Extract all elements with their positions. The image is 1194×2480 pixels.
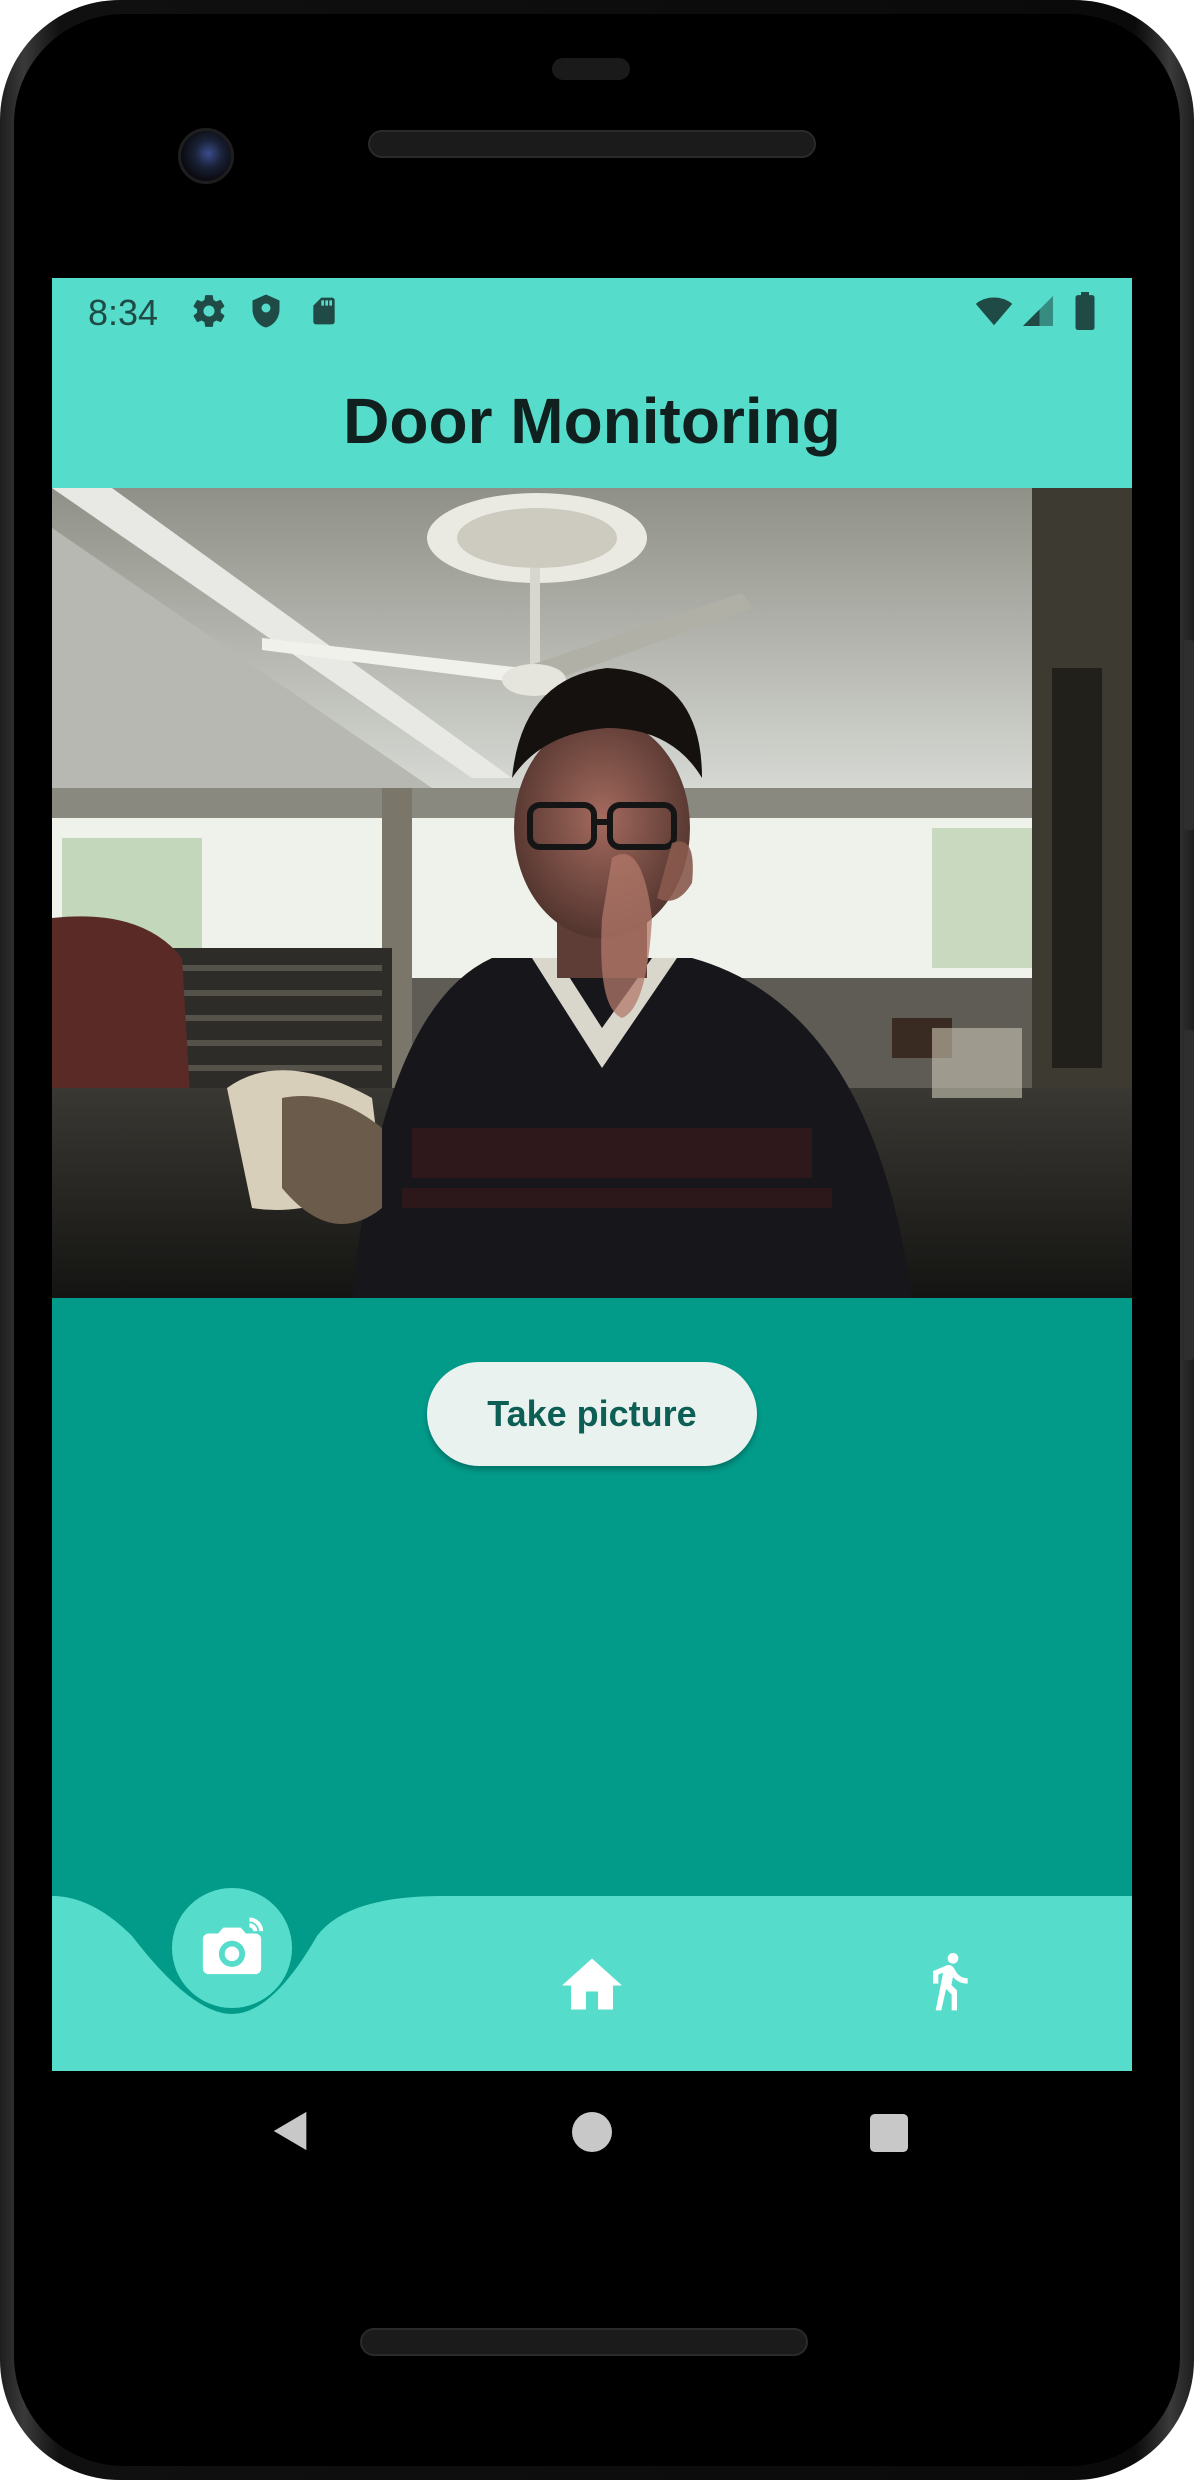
system-home-button[interactable] [572, 2112, 612, 2157]
proximity-sensor [552, 58, 630, 80]
sd-card-icon [308, 292, 340, 335]
page-title: Door Monitoring [343, 385, 841, 457]
wifi-icon [974, 292, 1014, 335]
back-icon [273, 2111, 307, 2151]
signal-icon [1020, 292, 1056, 335]
camera-icon [202, 1917, 264, 1975]
home-icon [562, 1958, 622, 2010]
power-button [1184, 1030, 1194, 1360]
settings-icon [190, 292, 228, 335]
screen: 8:34 Door Monitoring Take picture [52, 278, 1132, 2071]
home-circle-icon [572, 2112, 612, 2152]
phone-frame: 8:34 Door Monitoring Take picture [0, 0, 1194, 2480]
volume-button [1184, 640, 1194, 830]
recents-button[interactable] [870, 2114, 908, 2157]
back-button[interactable] [268, 2108, 314, 2159]
nav-activity[interactable] [894, 1926, 1004, 2036]
camera-preview [52, 488, 1132, 1298]
recents-icon [870, 2114, 908, 2152]
nav-home[interactable] [537, 1926, 647, 2036]
camera-nav-button[interactable] [172, 1888, 292, 2008]
status-bar: 8:34 [52, 278, 1132, 344]
app-bar: Door Monitoring [52, 344, 1132, 488]
shield-icon [248, 292, 284, 335]
bottom-speaker [360, 2328, 808, 2356]
status-time: 8:34 [88, 292, 159, 333]
earpiece-speaker [368, 130, 816, 158]
battery-icon [1074, 292, 1096, 335]
take-picture-button[interactable]: Take picture [427, 1362, 757, 1466]
front-camera [178, 128, 234, 184]
running-person-icon [933, 1953, 968, 2011]
